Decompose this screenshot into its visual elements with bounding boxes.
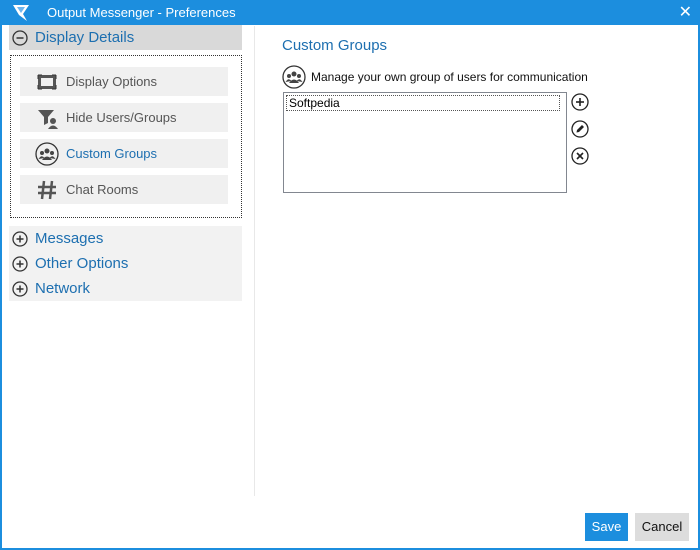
panel-divider	[254, 26, 255, 496]
section-label: Display Details	[35, 29, 135, 46]
window-title: Output Messenger - Preferences	[47, 5, 236, 20]
minus-circle-icon	[12, 29, 28, 46]
nav-hide-users-groups[interactable]: Hide Users/Groups	[20, 103, 228, 132]
list-item[interactable]: Softpedia	[286, 95, 560, 111]
section-display-details[interactable]: Display Details	[9, 25, 242, 50]
plus-circle-icon	[12, 230, 28, 247]
add-group-button[interactable]	[571, 93, 589, 111]
nav-display-options[interactable]: Display Options	[20, 67, 228, 96]
display-details-subpanel: Display Options Hide Users/Groups Custom…	[10, 55, 242, 218]
nav-custom-groups[interactable]: Custom Groups	[20, 139, 228, 168]
page-title: Custom Groups	[282, 37, 388, 54]
nav-label: Display Options	[66, 74, 158, 89]
custom-groups-list[interactable]: Softpedia	[283, 92, 567, 193]
description-text: Manage your own group of users for commu…	[311, 70, 588, 84]
title-bar: Output Messenger - Preferences ✕	[0, 0, 700, 25]
group-icon	[282, 65, 306, 89]
filter-users-icon	[35, 106, 59, 130]
section-label: Messages	[35, 230, 104, 247]
section-label: Other Options	[35, 255, 129, 272]
window-border-left	[0, 25, 2, 550]
plus-circle-icon	[12, 280, 28, 297]
nav-label: Custom Groups	[66, 146, 158, 161]
display-icon	[35, 70, 59, 94]
edit-group-button[interactable]	[571, 120, 589, 138]
group-icon	[35, 141, 59, 166]
section-network[interactable]: Network	[9, 276, 242, 301]
section-messages[interactable]: Messages	[9, 226, 242, 251]
hash-icon	[35, 178, 59, 202]
close-button[interactable]: ✕	[652, 2, 692, 23]
cancel-button[interactable]: Cancel	[635, 513, 689, 541]
nav-chat-rooms[interactable]: Chat Rooms	[20, 175, 228, 204]
section-label: Network	[35, 280, 91, 297]
section-other-options[interactable]: Other Options	[9, 251, 242, 276]
delete-group-button[interactable]	[571, 147, 589, 165]
nav-label: Hide Users/Groups	[66, 110, 177, 125]
nav-label: Chat Rooms	[66, 182, 139, 197]
save-button[interactable]: Save	[585, 513, 628, 541]
plus-circle-icon	[12, 255, 28, 272]
app-logo-icon	[13, 5, 29, 21]
